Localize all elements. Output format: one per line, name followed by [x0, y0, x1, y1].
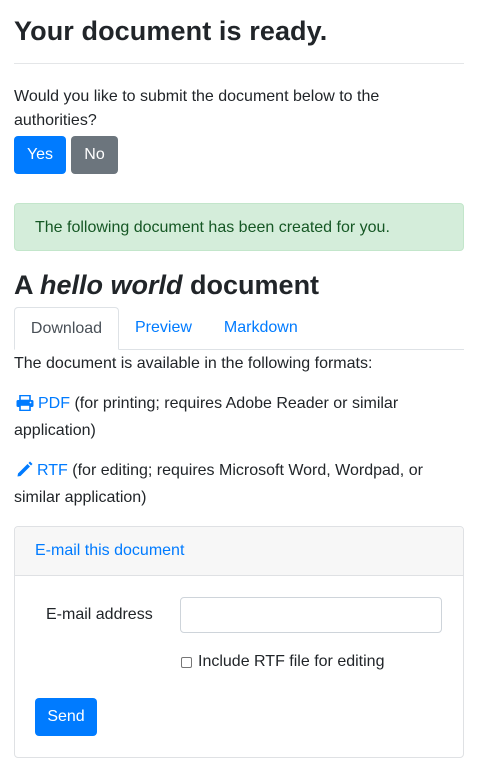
pdf-link-label: PDF	[38, 395, 70, 412]
page-title: Your document is ready.	[14, 16, 328, 46]
document-title-suffix: document	[190, 270, 320, 300]
document-title: A hello world document	[14, 269, 464, 301]
success-alert: The following document has been created …	[14, 203, 464, 251]
rtf-checkbox-row: Include RTF file for editing	[181, 650, 384, 674]
tab-preview[interactable]: Preview	[119, 307, 208, 349]
submit-button-group: Yes No	[14, 136, 464, 174]
document-title-emphasis: hello world	[40, 270, 183, 300]
document-title-prefix: A	[14, 270, 33, 300]
rtf-checkbox-label: Include RTF file for editing	[198, 653, 385, 670]
page-container: Your document is ready. Would you like t…	[14, 0, 464, 758]
printer-icon	[16, 394, 34, 419]
format-item-pdf: PDF (for printing; requires Adobe Reader…	[14, 392, 464, 443]
email-card: E-mail this document E-mail address Incl…	[14, 526, 464, 758]
pencil-icon	[16, 461, 33, 486]
rtf-checkbox[interactable]	[181, 656, 192, 668]
email-field[interactable]	[180, 597, 442, 633]
submit-question: Would you like to submit the document be…	[14, 88, 380, 129]
email-label: E-mail address	[46, 606, 153, 623]
tab-download[interactable]: Download	[14, 307, 119, 350]
divider	[14, 63, 464, 64]
format-item-rtf: RTF (for editing; requires Microsoft Wor…	[14, 459, 464, 510]
pdf-note: (for printing; requires Adobe Reader or …	[14, 395, 399, 439]
pdf-link[interactable]: PDF	[14, 394, 70, 412]
rtf-link[interactable]: RTF	[14, 461, 68, 479]
formats-intro: The document is available in the followi…	[14, 355, 373, 372]
tab-markdown[interactable]: Markdown	[208, 307, 314, 349]
rtf-note: (for editing; requires Microsoft Word, W…	[14, 462, 423, 506]
send-button[interactable]: Send	[35, 698, 97, 736]
yes-button[interactable]: Yes	[14, 136, 66, 174]
email-card-header[interactable]: E-mail this document	[15, 527, 463, 576]
document-tabs: Download Preview Markdown	[14, 307, 464, 350]
rtf-link-label: RTF	[37, 462, 68, 479]
no-button[interactable]: No	[71, 136, 118, 174]
